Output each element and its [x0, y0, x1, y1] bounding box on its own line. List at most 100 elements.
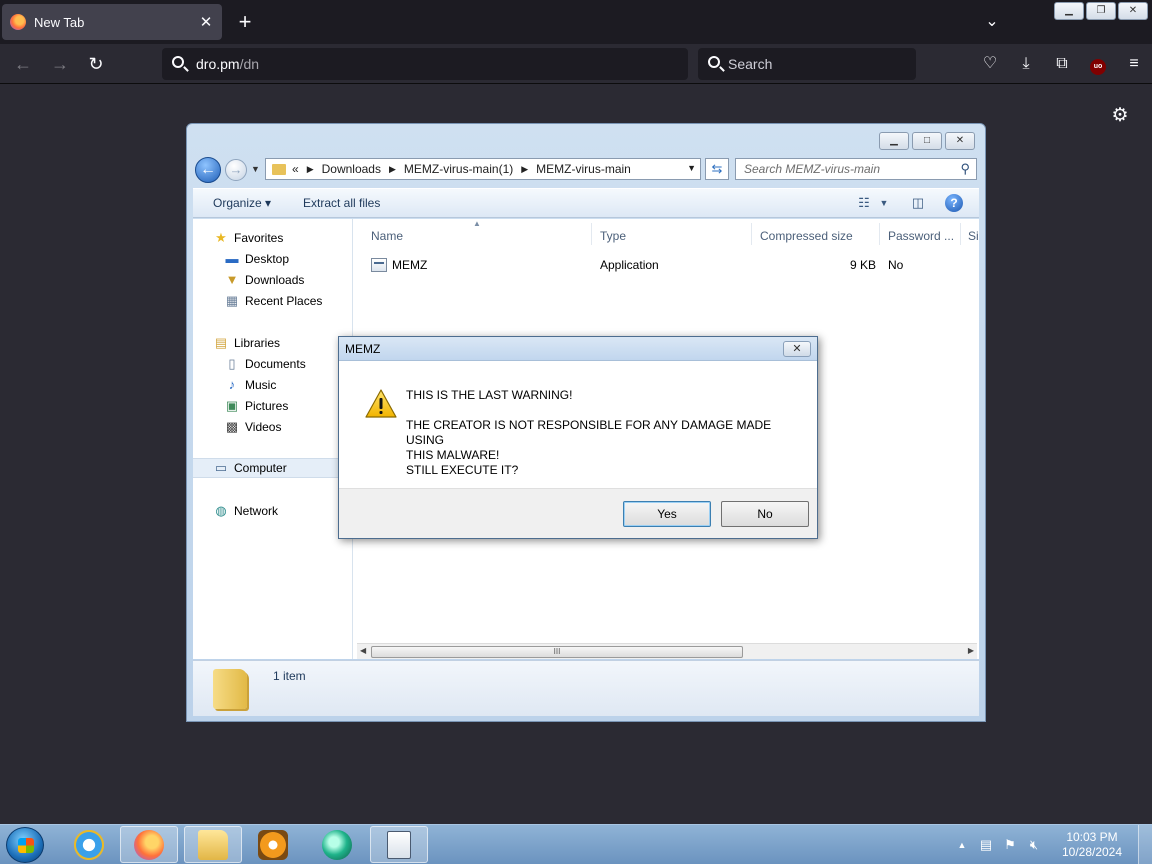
item-count: 1 item: [273, 669, 306, 683]
url-bar[interactable]: dro.pm/dn: [162, 48, 688, 80]
preview-pane-icon[interactable]: ◫: [909, 194, 927, 212]
file-row[interactable]: MEMZ Application 9 KB No: [365, 255, 977, 275]
help-icon[interactable]: ?: [945, 194, 963, 212]
show-desktop-button[interactable]: [1138, 825, 1152, 864]
browser-tab[interactable]: New Tab ✕: [2, 4, 222, 40]
breadcrumb-item[interactable]: MEMZ-virus-main(1): [404, 162, 513, 176]
address-bar[interactable]: « ▶ Downloads ▶ MEMZ-virus-main(1) ▶ MEM…: [265, 158, 701, 180]
firefox-icon: [10, 14, 26, 30]
file-type: Application: [600, 258, 659, 272]
dialog-title-bar[interactable]: MEMZ ✕: [339, 337, 817, 361]
scroll-right-icon[interactable]: ▶: [968, 646, 974, 655]
restore-button[interactable]: ❐: [1086, 2, 1116, 20]
nav-pictures[interactable]: ▣ Pictures: [224, 396, 289, 416]
media-player-icon: [258, 829, 288, 860]
start-button[interactable]: [6, 827, 44, 863]
column-divider[interactable]: [960, 223, 961, 245]
explorer-search-input[interactable]: Search MEMZ-virus-main ⚲: [735, 158, 977, 180]
dialog-line: THIS IS THE LAST WARNING!: [406, 388, 573, 402]
maximize-button[interactable]: □: [912, 132, 942, 150]
close-icon[interactable]: ✕: [198, 13, 214, 31]
taskbar-explorer[interactable]: [184, 826, 242, 863]
action-center-flag-icon[interactable]: ⚑: [998, 835, 1022, 855]
nav-computer[interactable]: ▭ Computer: [193, 458, 353, 478]
yes-button[interactable]: Yes: [623, 501, 711, 527]
search-bar[interactable]: Search: [698, 48, 916, 80]
taskbar-memz[interactable]: [370, 826, 428, 863]
nav-music[interactable]: ♪ Music: [224, 375, 277, 395]
clock[interactable]: 10:03 PM 10/28/2024: [1046, 830, 1138, 860]
chevron-down-icon[interactable]: ▼: [687, 163, 696, 173]
gear-icon[interactable]: ⚙: [1110, 106, 1130, 126]
view-options-icon[interactable]: ☷: [855, 194, 873, 212]
breadcrumb-item[interactable]: Downloads: [322, 162, 381, 176]
music-icon: ♪: [228, 377, 236, 392]
minimize-button[interactable]: ▁: [1054, 2, 1084, 20]
dialog-spacer: [406, 403, 806, 418]
url-host: dro.pm: [196, 56, 240, 72]
ublock-icon-button[interactable]: uo: [1080, 52, 1116, 76]
forward-arrow-icon[interactable]: →: [47, 52, 73, 76]
back-arrow-icon[interactable]: ←: [195, 157, 221, 183]
dialog-title: MEMZ: [345, 342, 381, 356]
taskbar-internet-explorer[interactable]: [60, 826, 118, 863]
column-header-name[interactable]: Name: [371, 229, 403, 243]
hamburger-menu-icon[interactable]: ≡: [1116, 52, 1152, 76]
column-divider[interactable]: [591, 223, 592, 245]
folder-icon: [198, 829, 228, 860]
no-button[interactable]: No: [721, 501, 809, 527]
column-header-size[interactable]: Si: [968, 229, 979, 243]
nav-desktop[interactable]: ▬ Desktop: [224, 249, 290, 269]
system-tray: ▲ ▤ ⚑ 🔇︎ 10:03 PM 10/28/2024: [950, 825, 1152, 864]
nav-label: Pictures: [245, 399, 289, 413]
network-icon: ◍: [215, 503, 227, 518]
command-bar: Organize ▾ Extract all files ☷ ▼ ◫ ?: [193, 188, 979, 218]
horizontal-scrollbar[interactable]: ◀ III ▶: [357, 643, 977, 659]
chevron-down-icon[interactable]: ⌄: [980, 10, 1004, 34]
tab-title: New Tab: [34, 14, 85, 30]
column-divider[interactable]: [879, 223, 880, 245]
breadcrumb-item[interactable]: MEMZ-virus-main: [536, 162, 631, 176]
nav-videos[interactable]: ▩ Videos: [224, 417, 282, 437]
scrollbar-thumb[interactable]: III: [371, 646, 743, 658]
nav-libraries[interactable]: ▤ Libraries: [213, 333, 280, 353]
chevron-down-icon[interactable]: ▼: [875, 194, 893, 212]
close-button[interactable]: ✕: [945, 132, 975, 150]
back-arrow-icon[interactable]: ←: [10, 52, 36, 76]
plus-icon[interactable]: +: [232, 9, 258, 35]
column-header-type[interactable]: Type: [600, 229, 626, 243]
show-hidden-icons-icon[interactable]: ▲: [950, 835, 974, 855]
taskbar-app[interactable]: [308, 826, 366, 863]
minimize-button[interactable]: ▁: [879, 132, 909, 150]
forward-arrow-icon[interactable]: →: [225, 159, 247, 181]
network-icon[interactable]: ▤: [974, 835, 998, 855]
nav-favorites[interactable]: ★ Favorites: [213, 228, 283, 248]
close-button[interactable]: ✕: [783, 341, 811, 357]
folder-icon: [272, 163, 286, 175]
taskbar-firefox[interactable]: [120, 826, 178, 863]
refresh-icon[interactable]: ⇆: [705, 158, 729, 180]
nav-network[interactable]: ◍ Network: [213, 501, 278, 521]
taskbar-media-player[interactable]: [244, 826, 302, 863]
pictures-icon: ▣: [225, 398, 239, 413]
breadcrumb-prefix[interactable]: «: [292, 162, 299, 176]
clock-date: 10/28/2024: [1061, 845, 1123, 859]
pocket-icon[interactable]: ♡: [972, 52, 1008, 76]
reload-icon[interactable]: ↻: [83, 52, 109, 76]
extensions-icon[interactable]: ⧉: [1044, 52, 1080, 76]
extract-all-button[interactable]: Extract all files: [303, 196, 380, 210]
column-header-compressed-size[interactable]: Compressed size: [760, 229, 853, 243]
application-icon: [387, 830, 411, 859]
close-button[interactable]: ✕: [1118, 2, 1148, 20]
volume-muted-icon[interactable]: 🔇︎: [1022, 835, 1046, 855]
nav-label: Computer: [234, 461, 287, 475]
nav-recent-places[interactable]: ▦ Recent Places: [224, 291, 323, 311]
column-header-password[interactable]: Password ...: [888, 229, 954, 243]
nav-downloads[interactable]: ▼ Downloads: [224, 270, 305, 290]
nav-documents[interactable]: ▯ Documents: [224, 354, 305, 374]
download-icon[interactable]: ⤓: [1008, 52, 1044, 76]
organize-button[interactable]: Organize ▾: [213, 196, 271, 210]
scroll-left-icon[interactable]: ◀: [360, 646, 366, 655]
chevron-down-icon[interactable]: ▼: [251, 164, 260, 174]
column-divider[interactable]: [751, 223, 752, 245]
